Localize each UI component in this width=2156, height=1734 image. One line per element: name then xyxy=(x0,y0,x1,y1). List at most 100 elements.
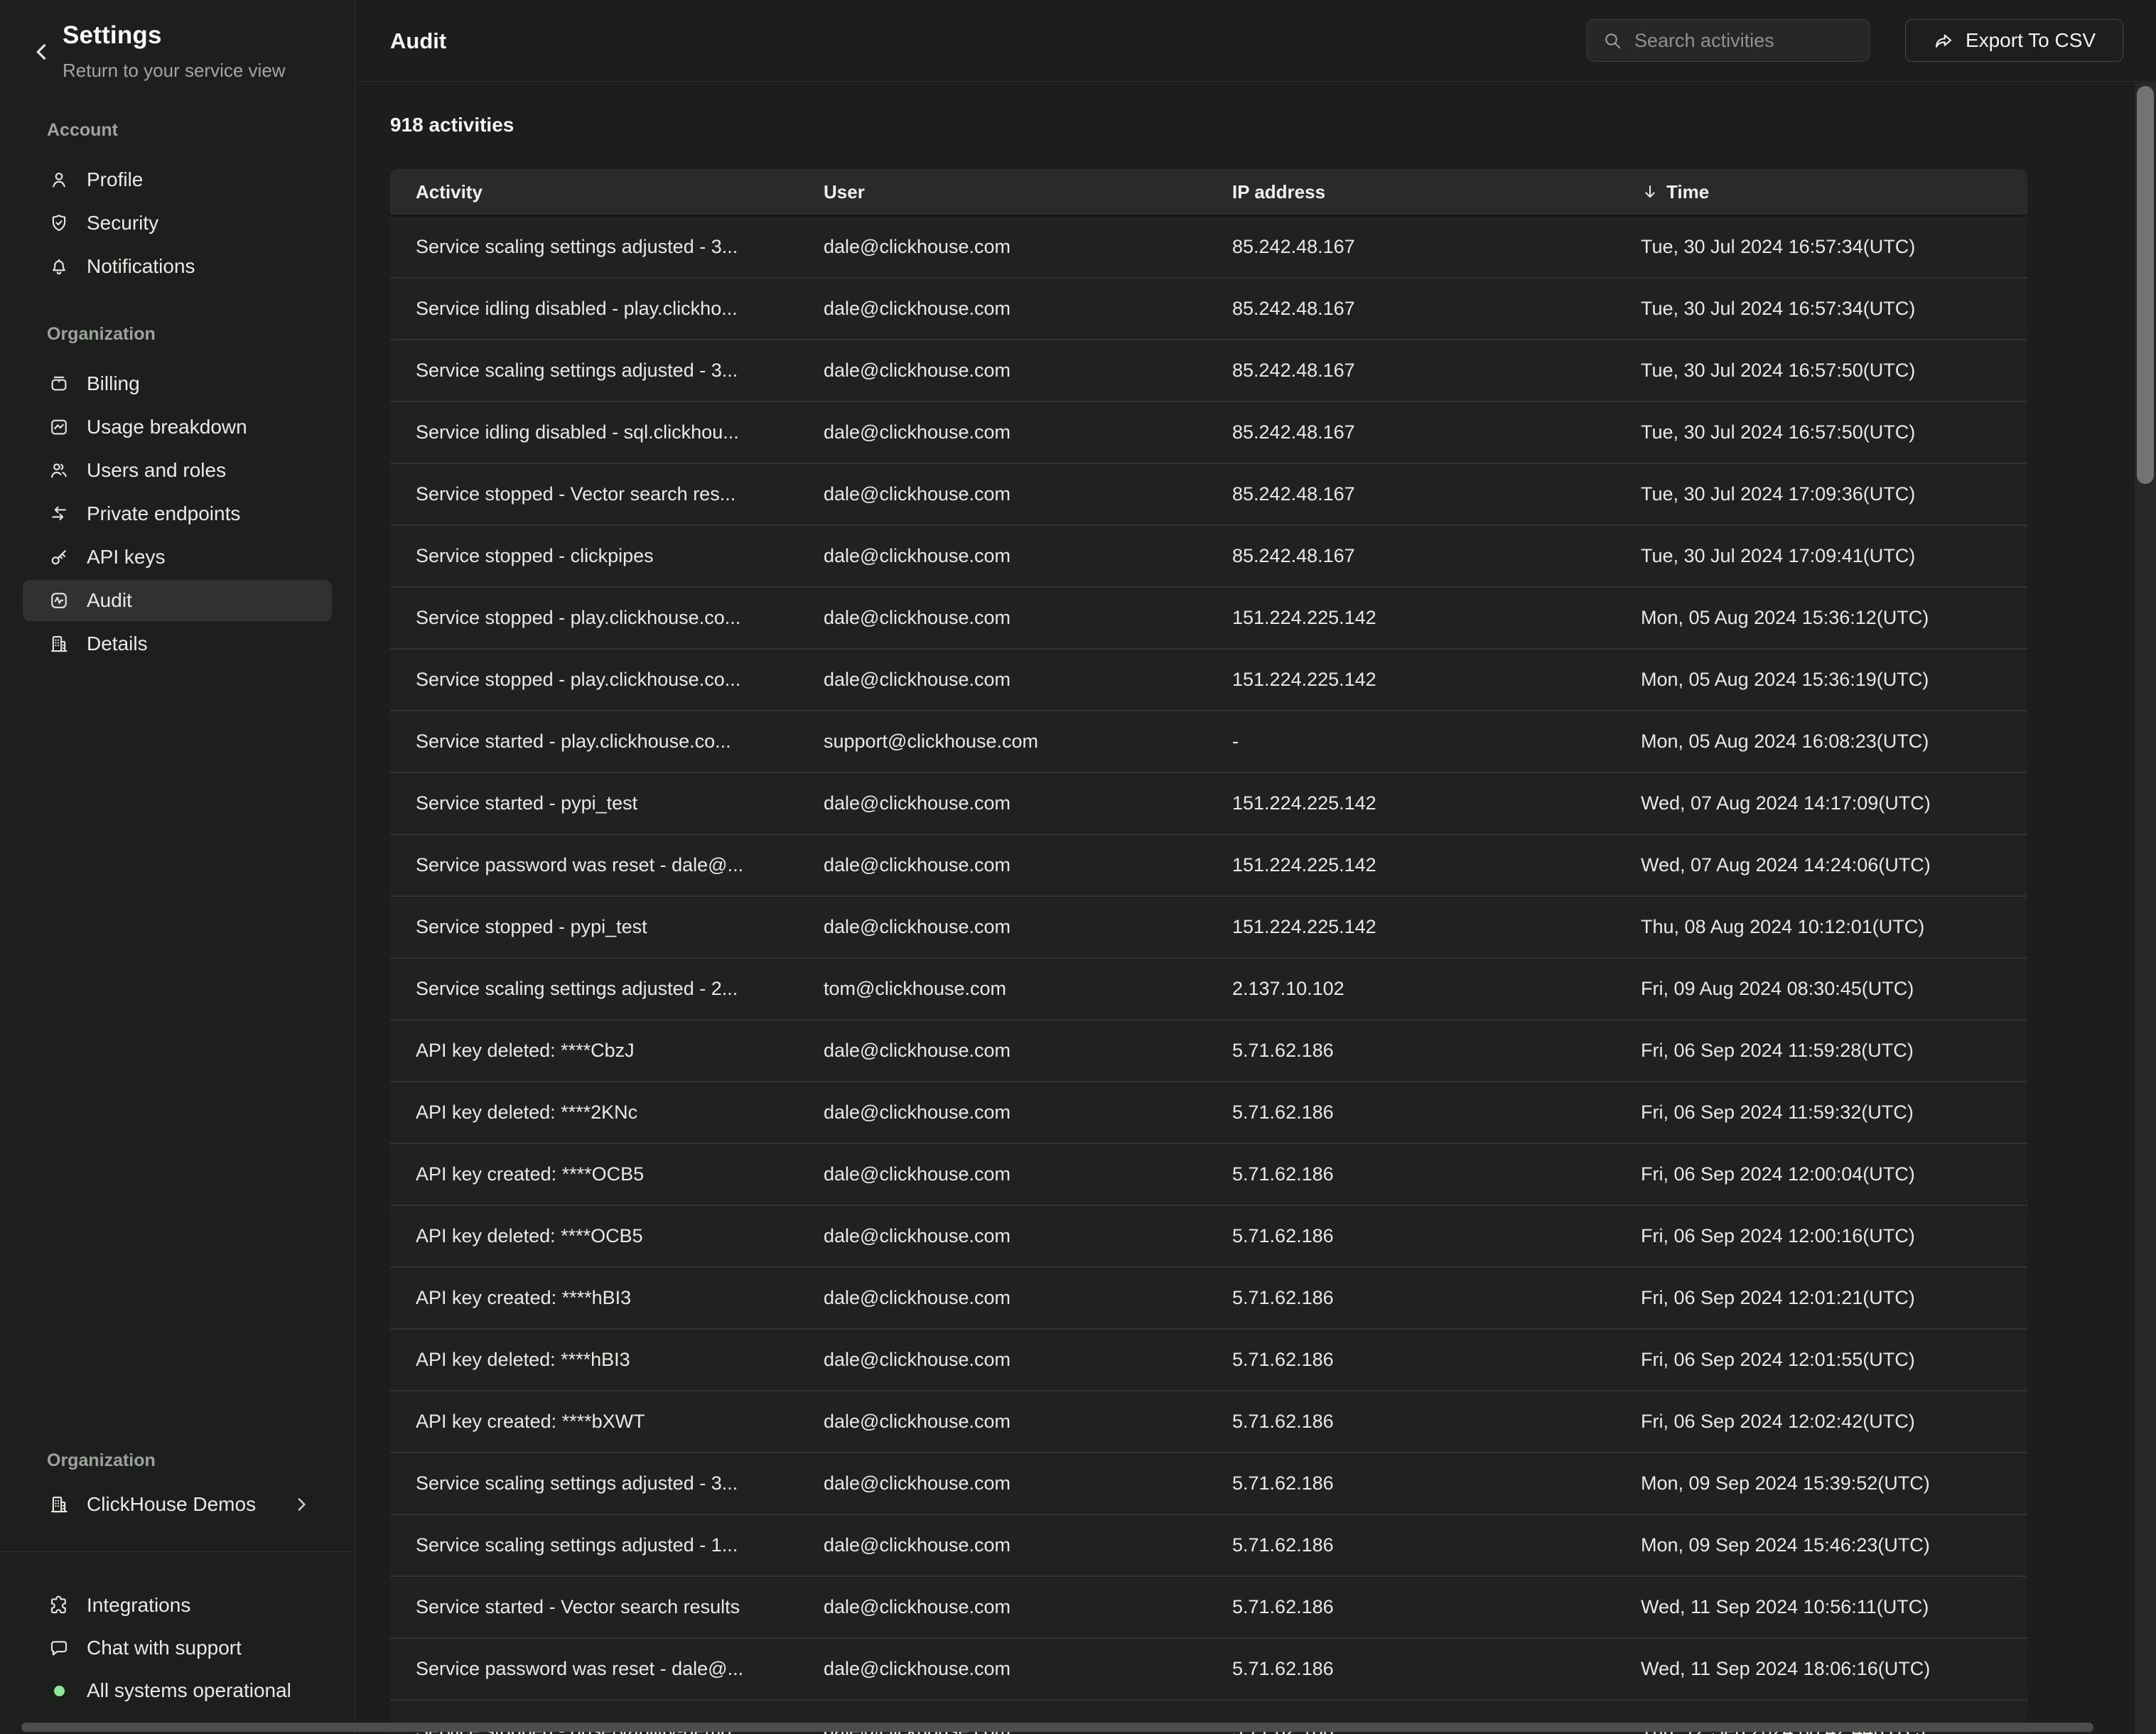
sidebar-item-label: Integrations xyxy=(87,1594,190,1617)
table-row: Service started - Vector search resultsd… xyxy=(390,1577,2027,1639)
user-cell: dale@clickhouse.com xyxy=(798,545,1207,567)
status-label: All systems operational xyxy=(87,1679,291,1702)
swap-arrows-icon xyxy=(48,503,70,524)
export-button-label: Export To CSV xyxy=(1966,29,2096,52)
ip-cell: 5.71.62.186 xyxy=(1207,1658,1615,1680)
user-cell: dale@clickhouse.com xyxy=(798,669,1207,691)
time-cell: Tue, 30 Jul 2024 16:57:50(UTC) xyxy=(1615,360,2027,382)
building-icon xyxy=(48,633,70,655)
vertical-scrollbar-track xyxy=(2135,82,2156,1734)
user-cell: dale@clickhouse.com xyxy=(798,1040,1207,1062)
system-status-link[interactable]: All systems operational xyxy=(23,1670,332,1711)
organization-items: Billing Usage breakdownUsers and rolesPri… xyxy=(0,363,355,664)
ip-cell: 85.242.48.167 xyxy=(1207,298,1615,320)
table-row: Service password was reset - dale@...dal… xyxy=(390,835,2027,897)
bell-icon xyxy=(48,256,70,277)
table-row: API key deleted: ****CbzJdale@clickhouse… xyxy=(390,1021,2027,1082)
sidebar-item-usage-breakdown[interactable]: Usage breakdown xyxy=(23,406,332,448)
table-row: API key deleted: ****hBI3dale@clickhouse… xyxy=(390,1330,2027,1391)
sidebar-item-label: Audit xyxy=(87,589,132,612)
activity-cell: Service stopped - pypi_test xyxy=(390,916,798,938)
user-cell: dale@clickhouse.com xyxy=(798,1411,1207,1433)
user-cell: dale@clickhouse.com xyxy=(798,1287,1207,1309)
sidebar-item-label: Details xyxy=(87,632,148,655)
table-row: Service scaling settings adjusted - 3...… xyxy=(390,340,2027,402)
shield-check-icon xyxy=(48,212,70,234)
activity-cell: Service started - play.clickhouse.co... xyxy=(390,731,798,753)
column-header-time[interactable]: Time xyxy=(1615,181,2027,203)
sidebar-item-notifications[interactable]: Notifications xyxy=(23,246,332,287)
search-icon xyxy=(1602,30,1623,51)
activity-cell: API key deleted: ****hBI3 xyxy=(390,1349,798,1371)
time-cell: Tue, 30 Jul 2024 16:57:34(UTC) xyxy=(1615,298,2027,320)
ip-cell: 85.242.48.167 xyxy=(1207,421,1615,443)
account-items: ProfileSecurityNotifications xyxy=(0,159,355,287)
time-cell: Tue, 30 Jul 2024 17:09:36(UTC) xyxy=(1615,483,2027,505)
user-cell: dale@clickhouse.com xyxy=(798,607,1207,629)
org-switcher[interactable]: ClickHouse Demos xyxy=(23,1484,332,1525)
ip-cell: 85.242.48.167 xyxy=(1207,360,1615,382)
export-to-csv-button[interactable]: Export To CSV xyxy=(1905,19,2123,62)
sidebar-item-api-keys[interactable]: API keys xyxy=(23,537,332,578)
sidebar-item-private-endpoints[interactable]: Private endpoints xyxy=(23,493,332,534)
activity-cell: Service idling disabled - sql.clickhou..… xyxy=(390,421,798,443)
horizontal-scrollbar-thumb[interactable] xyxy=(21,1723,2093,1732)
building-icon xyxy=(48,1494,70,1515)
footer-organization-label: Organization xyxy=(47,1450,156,1471)
user-cell: dale@clickhouse.com xyxy=(798,1596,1207,1618)
table-row: Service started - play.clickhouse.co...s… xyxy=(390,711,2027,773)
ip-cell: 85.242.48.167 xyxy=(1207,545,1615,567)
key-icon xyxy=(48,546,70,568)
ip-cell: 5.71.62.186 xyxy=(1207,1040,1615,1062)
search-input[interactable] xyxy=(1634,30,1855,52)
sidebar-item-security[interactable]: Security xyxy=(23,203,332,244)
back-chevron-icon[interactable] xyxy=(30,40,54,64)
account-section: Account ProfileSecurityNotifications xyxy=(0,119,355,289)
table-row: Service stopped - play.clickhouse.co...d… xyxy=(390,650,2027,711)
sidebar-item-integrations[interactable]: Integrations xyxy=(23,1585,332,1626)
export-arrow-icon xyxy=(1933,30,1954,51)
user-cell: tom@clickhouse.com xyxy=(798,978,1207,1000)
users-icon xyxy=(48,460,70,481)
status-green-dot xyxy=(54,1686,65,1696)
ip-cell: 5.71.62.186 xyxy=(1207,1472,1615,1495)
column-header-ip-address: IP address xyxy=(1207,181,1615,203)
ip-cell: 5.71.62.186 xyxy=(1207,1349,1615,1371)
user-cell: dale@clickhouse.com xyxy=(798,854,1207,876)
table-row: API key deleted: ****OCB5dale@clickhouse… xyxy=(390,1206,2027,1268)
organization-section: Organization Billing Usage breakdownUsers… xyxy=(0,323,355,667)
sidebar-item-audit[interactable]: Audit xyxy=(23,580,332,621)
ip-cell: 85.242.48.167 xyxy=(1207,483,1615,505)
sidebar-title: Settings xyxy=(63,21,162,50)
sidebar-item-profile[interactable]: Profile xyxy=(23,159,332,200)
sidebar-item-billing[interactable]: Billing xyxy=(23,363,332,404)
table-body: Service scaling settings adjusted - 3...… xyxy=(390,217,2027,1734)
section-label-organization: Organization xyxy=(47,323,355,345)
puzzle-icon xyxy=(48,1595,70,1616)
time-cell: Wed, 07 Aug 2024 14:17:09(UTC) xyxy=(1615,792,2027,814)
table-row: API key deleted: ****2KNcdale@clickhouse… xyxy=(390,1082,2027,1144)
user-cell: dale@clickhouse.com xyxy=(798,360,1207,382)
time-cell: Tue, 30 Jul 2024 16:57:50(UTC) xyxy=(1615,421,2027,443)
activity-cell: Service started - pypi_test xyxy=(390,792,798,814)
activity-cell: Service password was reset - dale@... xyxy=(390,854,798,876)
sidebar-item-details[interactable]: Details xyxy=(23,623,332,664)
time-cell: Fri, 06 Sep 2024 12:02:42(UTC) xyxy=(1615,1411,2027,1433)
table-row: Service scaling settings adjusted - 3...… xyxy=(390,1453,2027,1515)
time-cell: Mon, 09 Sep 2024 15:39:52(UTC) xyxy=(1615,1472,2027,1495)
audit-activity-icon xyxy=(48,590,70,611)
activity-cell: Service idling disabled - play.clickho..… xyxy=(390,298,798,320)
sidebar-item-users-and-roles[interactable]: Users and roles xyxy=(23,450,332,491)
user-cell: dale@clickhouse.com xyxy=(798,1163,1207,1185)
sidebar-item-label: Billing xyxy=(87,372,140,395)
activity-cell: Service scaling settings adjusted - 1... xyxy=(390,1534,798,1556)
vertical-scrollbar-thumb[interactable] xyxy=(2137,86,2154,484)
time-cell: Fri, 06 Sep 2024 12:01:55(UTC) xyxy=(1615,1349,2027,1371)
sidebar-item-chat-with-support[interactable]: Chat with support xyxy=(23,1627,332,1669)
user-icon xyxy=(48,169,70,190)
time-cell: Fri, 06 Sep 2024 12:00:16(UTC) xyxy=(1615,1225,2027,1247)
ip-cell: 5.71.62.186 xyxy=(1207,1225,1615,1247)
org-switcher-label: ClickHouse Demos xyxy=(87,1493,256,1516)
ip-cell: 5.71.62.186 xyxy=(1207,1411,1615,1433)
activity-cell: Service scaling settings adjusted - 2... xyxy=(390,978,798,1000)
